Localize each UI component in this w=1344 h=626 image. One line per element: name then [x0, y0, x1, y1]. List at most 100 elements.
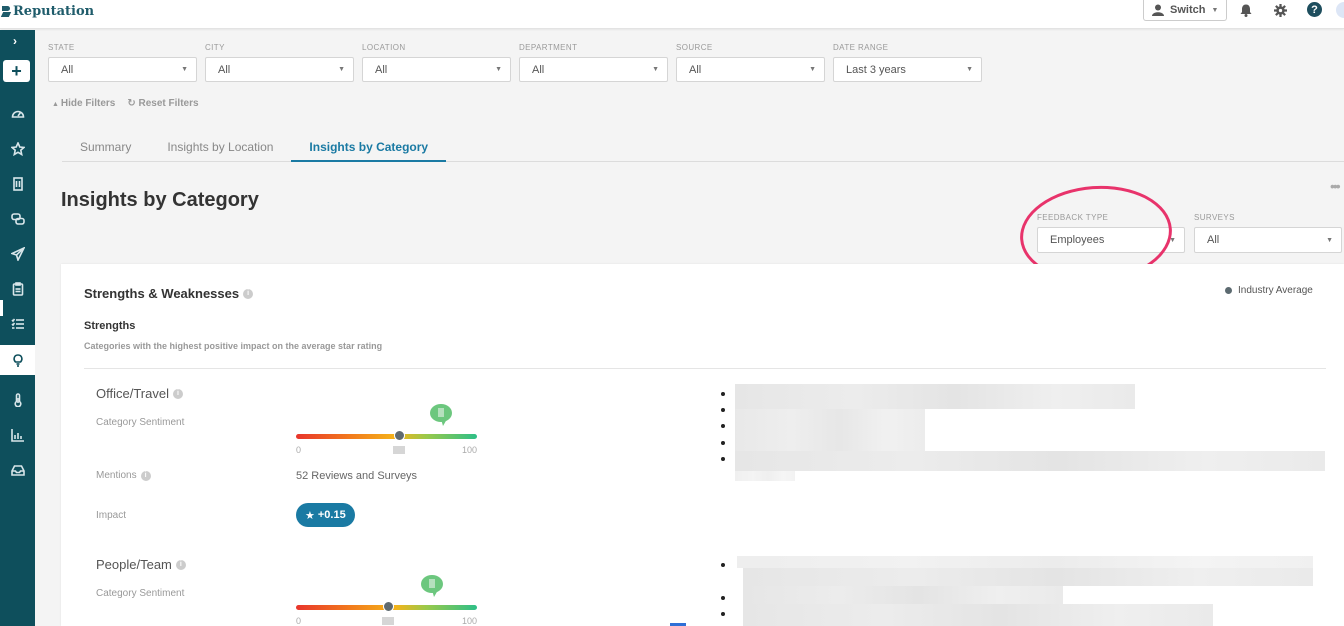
redacted-text: [737, 556, 1313, 568]
legend: Industry Average: [1225, 285, 1313, 296]
brand-logo[interactable]: Reputation: [2, 4, 94, 19]
city-select[interactable]: All ▼: [205, 57, 354, 82]
redacted-text: [743, 586, 1063, 604]
info-icon[interactable]: i: [172, 388, 183, 399]
surveys-select[interactable]: All ▼: [1194, 227, 1342, 253]
sidebar-item-experience[interactable]: [0, 385, 35, 415]
impact-value: +0.15: [317, 509, 346, 521]
industry-average-marker[interactable]: [383, 601, 395, 612]
list-item: [721, 563, 725, 567]
chat-icon: [10, 213, 25, 225]
bullet-icon: [721, 408, 725, 412]
sentiment-gauge: 0 100: [296, 571, 477, 626]
help-icon[interactable]: ?: [1307, 2, 1322, 17]
hide-filters-link[interactable]: ▲ Hide Filters: [52, 98, 115, 109]
sidebar-item-reviews[interactable]: [0, 134, 35, 164]
list-item: [721, 441, 725, 445]
gauge-icon: [11, 110, 24, 118]
tab-bar: Summary Insights by Location Insights by…: [62, 136, 1344, 162]
info-icon[interactable]: i: [140, 470, 151, 481]
add-button[interactable]: +: [3, 60, 30, 82]
sidebar-item-insights[interactable]: [0, 345, 35, 375]
category-name: Office/Travel i: [96, 386, 183, 401]
sidebar-item-messages[interactable]: [0, 204, 35, 234]
filter-label: LOCATION: [362, 43, 406, 52]
lightbulb-icon: [12, 354, 23, 367]
gear-icon[interactable]: [1271, 1, 1289, 19]
expand-sidebar-button[interactable]: ›: [0, 34, 30, 48]
filter-label: FEEDBACK TYPE: [1037, 213, 1109, 222]
bullet-icon: [721, 612, 725, 616]
redacted-text: [735, 451, 1325, 471]
filter-label: SURVEYS: [1194, 213, 1235, 222]
info-icon[interactable]: i: [243, 288, 254, 299]
redacted-text: [743, 568, 1313, 586]
gauge-min-label: 0: [296, 445, 302, 455]
chevron-up-icon: ▲: [52, 101, 61, 108]
redacted-average-value: [382, 617, 395, 625]
checklist-icon: [10, 318, 24, 329]
mentions-value[interactable]: 52 Reviews and Surveys: [296, 470, 417, 482]
redacted-comments-list: [721, 554, 1321, 626]
industry-average-marker[interactable]: [394, 430, 406, 441]
select-value: All: [375, 63, 388, 76]
gauge-max-label: 100: [461, 616, 477, 626]
avatar[interactable]: [1336, 2, 1344, 18]
filter-label: DATE RANGE: [833, 43, 889, 52]
location-select[interactable]: All ▼: [362, 57, 511, 82]
legend-label: Industry Average: [1238, 285, 1313, 296]
more-options-icon[interactable]: •••: [1330, 178, 1341, 194]
chevron-down-icon: ▼: [809, 66, 816, 73]
industry-average-dot-icon: [1225, 287, 1232, 294]
sidebar-item-send[interactable]: [0, 239, 35, 269]
gauge-max-label: 100: [461, 445, 477, 455]
user-icon: [1152, 4, 1164, 16]
chevron-down-icon: ▼: [966, 66, 973, 73]
bell-icon[interactable]: [1237, 1, 1255, 19]
bar-chart-icon: [10, 429, 24, 442]
strengths-weaknesses-card: Strengths & Weaknesses i Industry Averag…: [61, 264, 1344, 626]
department-select[interactable]: All ▼: [519, 57, 668, 82]
sidebar-item-dashboard[interactable]: [0, 99, 35, 129]
filter-label: DEPARTMENT: [519, 43, 578, 52]
sidebar-item-reports[interactable]: [0, 420, 35, 450]
list-item: [721, 408, 725, 412]
scroll-marker: [0, 300, 3, 316]
source-select[interactable]: All ▼: [676, 57, 825, 82]
feedback-type-select[interactable]: Employees ▼: [1037, 227, 1185, 253]
reset-filters-link[interactable]: ↻ Reset Filters: [127, 98, 198, 109]
info-icon[interactable]: i: [175, 559, 186, 570]
chevron-down-icon: ▼: [652, 66, 659, 73]
top-bar: Reputation Switch ▼ ?: [0, 0, 1344, 29]
tab-summary[interactable]: Summary: [62, 136, 149, 162]
sidebar-item-locations[interactable]: [0, 169, 35, 199]
sidebar-item-actions[interactable]: [0, 309, 35, 339]
brand-name: Reputation: [13, 4, 95, 19]
chevron-down-icon: ▼: [495, 66, 502, 73]
gauge-min-label: 0: [296, 616, 302, 626]
select-value: All: [1207, 234, 1220, 246]
sidebar-item-surveys[interactable]: [0, 274, 35, 304]
sidebar-item-inbox[interactable]: [0, 455, 35, 485]
bullet-icon: [721, 563, 725, 567]
date-range-select[interactable]: Last 3 years ▼: [833, 57, 982, 82]
filter-source: SOURCE All ▼: [676, 43, 825, 82]
select-value: All: [532, 63, 545, 76]
sentiment-pin-icon[interactable]: [420, 575, 443, 597]
state-select[interactable]: All ▼: [48, 57, 197, 82]
star-icon: ★: [305, 509, 315, 522]
clipboard-icon: [12, 282, 23, 296]
redacted-text: [735, 409, 925, 451]
tab-insights-by-category[interactable]: Insights by Category: [291, 136, 447, 162]
select-value: Last 3 years: [846, 63, 906, 76]
card-title: Strengths & Weaknesses i: [84, 286, 254, 301]
chevron-down-icon: ▼: [181, 66, 188, 73]
redacted-average-value: [393, 446, 406, 454]
switch-account-button[interactable]: Switch ▼: [1143, 0, 1227, 21]
category-name: People/Team i: [96, 557, 186, 572]
inbox-icon: [10, 465, 25, 476]
building-icon: [12, 177, 23, 191]
bullet-icon: [721, 392, 725, 396]
tab-insights-by-location[interactable]: Insights by Location: [149, 136, 291, 162]
sentiment-pin-icon[interactable]: [429, 404, 452, 426]
